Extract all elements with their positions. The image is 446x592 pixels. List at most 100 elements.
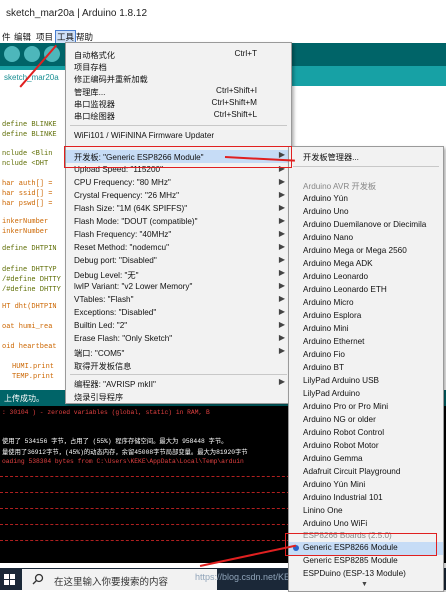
menu-item-cpu-frequency[interactable]: CPU Frequency: "80 MHz" ▶ <box>66 177 291 189</box>
windows-start-icon[interactable] <box>4 574 15 585</box>
board-item[interactable]: Arduino Fio <box>289 349 443 362</box>
board-item[interactable]: Arduino Esplora <box>289 310 443 323</box>
code-line: HT dht(DHTPIN <box>2 303 57 311</box>
board-item[interactable]: Arduino Duemilanove or Diecimila <box>289 219 443 232</box>
menu-item-manage-libraries[interactable]: 管理库... Ctrl+Shift+I <box>66 85 291 97</box>
chevron-right-icon: ▶ <box>278 281 285 290</box>
board-item[interactable]: Generic ESP8285 Module <box>289 555 443 568</box>
board-item[interactable]: LilyPad Arduino USB <box>289 375 443 388</box>
chevron-right-icon: ▶ <box>278 268 285 277</box>
menu-separator <box>70 125 287 126</box>
menu-item-debug-level[interactable]: Debug Level: "无" ▶ <box>66 268 291 280</box>
tools-menu: 自动格式化 Ctrl+T 项目存档 修正编码并重新加载 管理库... Ctrl+Sh… <box>65 42 292 404</box>
menu-item-lwip-variant[interactable]: lwIP Variant: "v2 Lower Memory" ▶ <box>66 281 291 293</box>
menu-item-flash-size[interactable]: Flash Size: "1M (64K SPIFFS)" ▶ <box>66 203 291 215</box>
chevron-right-icon: ▶ <box>278 377 285 386</box>
taskbar-search[interactable]: 在这里输入你要搜索的内容 <box>22 569 217 590</box>
chevron-right-icon: ▶ <box>278 346 285 355</box>
menu-item-crystal-frequency[interactable]: Crystal Frequency: "26 MHz" ▶ <box>66 190 291 202</box>
menu-sketch[interactable]: 项目 <box>36 31 53 43</box>
board-item[interactable]: Arduino Industrial 101 <box>289 492 443 505</box>
code-line: define BLINKE <box>2 121 57 129</box>
board-item[interactable]: Arduino Robot Control <box>289 427 443 440</box>
menu-item-erase-flash[interactable]: Erase Flash: "Only Sketch" ▶ <box>66 333 291 345</box>
board-item[interactable]: Linino One <box>289 505 443 518</box>
progress-dots <box>0 540 300 541</box>
menu-item-vtables[interactable]: VTables: "Flash" ▶ <box>66 294 291 306</box>
menu-item-programmer[interactable]: 编程器: "AVRISP mkII" ▶ <box>66 377 291 389</box>
code-line: define DHTTYP <box>2 266 57 274</box>
code-line: HUMI.print <box>12 363 55 371</box>
board-group-header: Arduino AVR 开发板 <box>303 182 377 191</box>
menu-item-serial-monitor[interactable]: 串口监视器 Ctrl+Shift+M <box>66 97 291 109</box>
chevron-right-icon: ▶ <box>278 190 285 199</box>
menu-separator <box>293 166 439 167</box>
progress-dots <box>0 476 300 477</box>
board-item[interactable]: Arduino Uno <box>289 206 443 219</box>
board-item[interactable]: Arduino Micro <box>289 297 443 310</box>
scroll-down-icon[interactable]: ▼ <box>361 581 368 588</box>
code-line: inkerNumber <box>2 228 49 236</box>
console-line: 使用了 534156 字节，占用了 (55%) 程序存储空间。最大为 95844… <box>2 438 228 445</box>
menu-edit[interactable]: 编辑 <box>14 31 31 43</box>
code-line: /#define DHTTY <box>2 276 61 284</box>
board-item[interactable]: Arduino Gemma <box>289 453 443 466</box>
board-item[interactable]: Arduino Yún <box>289 193 443 206</box>
board-item[interactable]: Arduino Leonardo ETH <box>289 284 443 297</box>
menu-item-port[interactable]: 端口: "COM5" ▶ <box>66 346 291 358</box>
progress-dots <box>0 508 300 509</box>
menu-separator <box>70 374 287 375</box>
menu-item-wifi-updater[interactable]: WiFi101 / WiFiNINA Firmware Updater <box>66 130 291 142</box>
chevron-right-icon: ▶ <box>278 216 285 225</box>
board-item[interactable]: Arduino BT <box>289 362 443 375</box>
menu-item-archive[interactable]: 项目存档 <box>66 60 291 72</box>
board-item[interactable]: Arduino Robot Motor <box>289 440 443 453</box>
board-item[interactable]: Adafruit Circuit Playground <box>289 466 443 479</box>
menu-item-serial-plotter[interactable]: 串口绘图器 Ctrl+Shift+L <box>66 109 291 121</box>
chevron-right-icon: ▶ <box>278 203 285 212</box>
menu-file[interactable]: 件 <box>2 31 11 43</box>
search-icon <box>32 573 44 587</box>
code-line: nclude <Blin <box>2 150 53 158</box>
menu-item-exceptions[interactable]: Exceptions: "Disabled" ▶ <box>66 307 291 319</box>
board-item[interactable]: Arduino Pro or Pro Mini <box>289 401 443 414</box>
menu-item-reset-method[interactable]: Reset Method: "nodemcu" ▶ <box>66 242 291 254</box>
code-line: nclude <DHT <box>2 160 49 168</box>
code-line: har pswd[] = <box>2 200 53 208</box>
board-item[interactable]: Arduino NG or older <box>289 414 443 427</box>
menu-item-auto-format[interactable]: 自动格式化 Ctrl+T <box>66 48 291 60</box>
window-title: sketch_mar20a | Arduino 1.8.12 <box>6 8 148 19</box>
board-item[interactable]: Arduino Mega or Mega 2560 <box>289 245 443 258</box>
chevron-right-icon: ▶ <box>278 333 285 342</box>
chevron-right-icon: ▶ <box>278 242 285 251</box>
board-item[interactable]: Arduino Ethernet <box>289 336 443 349</box>
board-item[interactable]: Arduino Leonardo <box>289 271 443 284</box>
menu-item-debug-port[interactable]: Debug port: "Disabled" ▶ <box>66 255 291 267</box>
menu-item-flash-mode[interactable]: Flash Mode: "DOUT (compatible)" ▶ <box>66 216 291 228</box>
board-item[interactable]: Arduino Mega ADK <box>289 258 443 271</box>
chevron-right-icon: ▶ <box>278 229 285 238</box>
menu-item-board-info[interactable]: 取得开发板信息 <box>66 359 291 371</box>
chevron-right-icon: ▶ <box>278 294 285 303</box>
board-item[interactable]: ESPDuino (ESP-13 Module) <box>289 568 443 581</box>
annotation-box <box>285 533 437 556</box>
chevron-right-icon: ▶ <box>278 320 285 329</box>
upload-icon[interactable] <box>24 46 40 62</box>
board-item[interactable]: Arduino Mini <box>289 323 443 336</box>
tab-sketch[interactable]: sketch_mar20a <box>0 70 72 86</box>
code-line: oid heartbeat <box>2 343 57 351</box>
verify-icon[interactable] <box>4 46 20 62</box>
board-item[interactable]: Arduino Nano <box>289 232 443 245</box>
menu-item-burn-bootloader[interactable]: 烧录引导程序 <box>66 390 291 402</box>
status-text: 上传成功。 <box>4 394 44 403</box>
board-item[interactable]: Arduino Yún Mini <box>289 479 443 492</box>
menu-item-flash-frequency[interactable]: Flash Frequency: "40MHz" ▶ <box>66 229 291 241</box>
code-line: inkerNumber <box>2 218 49 226</box>
menu-item-fix-encoding[interactable]: 修正编码并重新加载 <box>66 72 291 84</box>
chevron-right-icon: ▶ <box>278 307 285 316</box>
board-item[interactable]: LilyPad Arduino <box>289 388 443 401</box>
boards-manager-item[interactable]: 开发板管理器... <box>289 150 443 163</box>
code-line: /#define DHTTY <box>2 286 61 294</box>
search-placeholder: 在这里输入你要搜索的内容 <box>54 577 169 588</box>
menu-item-builtin-led[interactable]: Builtin Led: "2" ▶ <box>66 320 291 332</box>
